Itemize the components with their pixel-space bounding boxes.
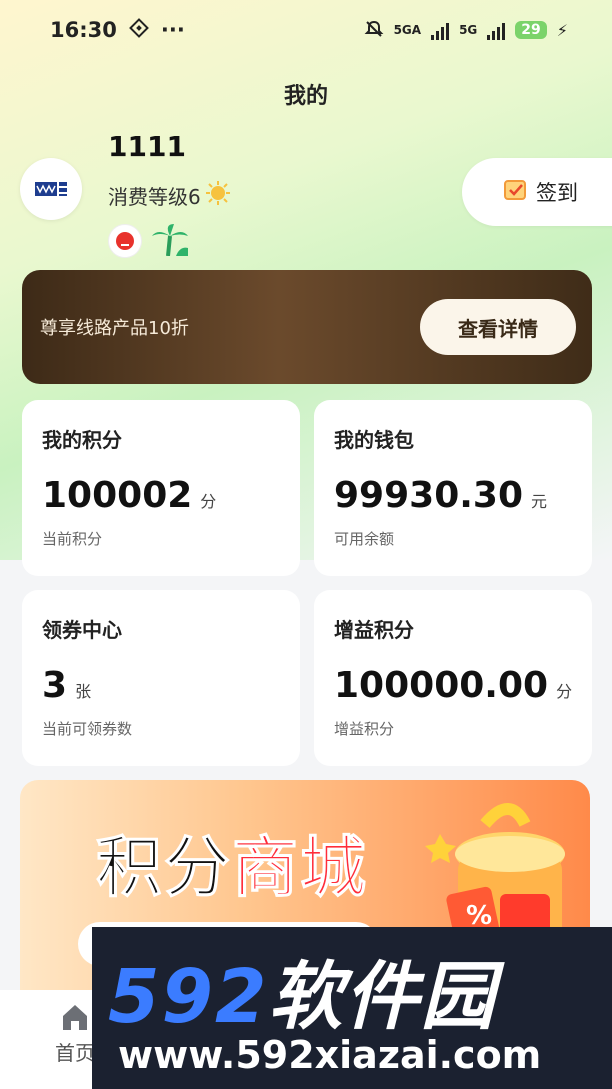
page-title: 我的 [283, 84, 328, 109]
card-title: 我的积分 [42, 428, 122, 452]
level-text: 消费等级6 [108, 185, 201, 209]
coupons-unit: 张 [75, 682, 92, 701]
bonus-points-card[interactable]: 增益积分 100000.00 分 增益积分 [314, 590, 592, 766]
card-value: 100002 分 [42, 475, 300, 516]
avatar-logo-icon [35, 182, 67, 196]
calendar-check-icon [502, 176, 530, 209]
wallet-unit: 元 [531, 492, 548, 511]
bonus-unit: 分 [556, 682, 573, 701]
avatar[interactable] [20, 158, 82, 220]
palm-tree-icon[interactable] [150, 222, 190, 260]
watermark-url: www.592xiazai.com [118, 1033, 542, 1077]
status-more: ··· [160, 18, 185, 42]
mute-icon [364, 19, 384, 42]
wallet-card[interactable]: 我的钱包 99930.30 元 可用余额 [314, 400, 592, 576]
signal-label-2: 5G [459, 23, 478, 37]
card-value: 3 张 [42, 665, 300, 706]
badge-row [108, 222, 190, 260]
card-subtitle: 当前积分 [42, 530, 103, 548]
watermark-overlay: 592软件园 www.592xiazai.com [92, 927, 612, 1089]
view-details-button[interactable]: 查看详情 [420, 299, 576, 355]
card-value: 99930.30 元 [334, 475, 592, 516]
points-value: 100002 [42, 475, 193, 516]
bonus-value: 100000.00 [334, 665, 549, 706]
watermark-brand-text: 软件园 [268, 954, 497, 1040]
wallet-value: 99930.30 [334, 475, 524, 516]
banner-text: 尊享线路产品10折 [40, 318, 189, 339]
card-title: 增益积分 [334, 618, 414, 642]
mall-title-b: 商城 [232, 829, 368, 907]
card-value: 100000.00 分 [334, 665, 592, 706]
coupons-value: 3 [42, 665, 68, 706]
notification-icon [128, 17, 149, 43]
points-unit: 分 [200, 492, 217, 511]
checkin-label: 签到 [536, 181, 578, 205]
discount-banner[interactable]: 尊享线路产品10折 查看详情 [22, 270, 592, 384]
status-bar: 16:30 ··· 5GA 5G 29 ⚡ [0, 0, 612, 60]
status-time: 16:30 [50, 18, 117, 42]
battery-indicator: 29 [515, 21, 547, 39]
card-title: 领券中心 [42, 618, 122, 642]
card-title: 我的钱包 [334, 428, 414, 452]
card-subtitle: 可用余额 [334, 530, 395, 548]
signal-bars-icon [431, 20, 450, 40]
charging-icon: ⚡ [556, 20, 568, 40]
consumption-level: 消费等级6 [108, 180, 231, 211]
mall-title: 积分商城 [96, 814, 368, 910]
points-card[interactable]: 我的积分 100002 分 当前积分 [22, 400, 300, 576]
signal-bars-icon-2 [487, 20, 506, 40]
card-subtitle: 增益积分 [334, 720, 395, 738]
checkin-button[interactable]: 签到 [462, 158, 612, 226]
watermark-brand: 592软件园 [108, 937, 496, 1044]
red-badge-icon[interactable] [108, 224, 142, 258]
watermark-brand-num: 592 [108, 954, 269, 1040]
signal-label-1: 5GA [393, 23, 422, 37]
coupon-center-card[interactable]: 领券中心 3 张 当前可领券数 [22, 590, 300, 766]
mall-title-a: 积分 [96, 829, 232, 907]
sun-medal-icon [205, 180, 231, 211]
card-subtitle: 当前可领券数 [42, 720, 133, 738]
username: 1111 [108, 130, 186, 163]
